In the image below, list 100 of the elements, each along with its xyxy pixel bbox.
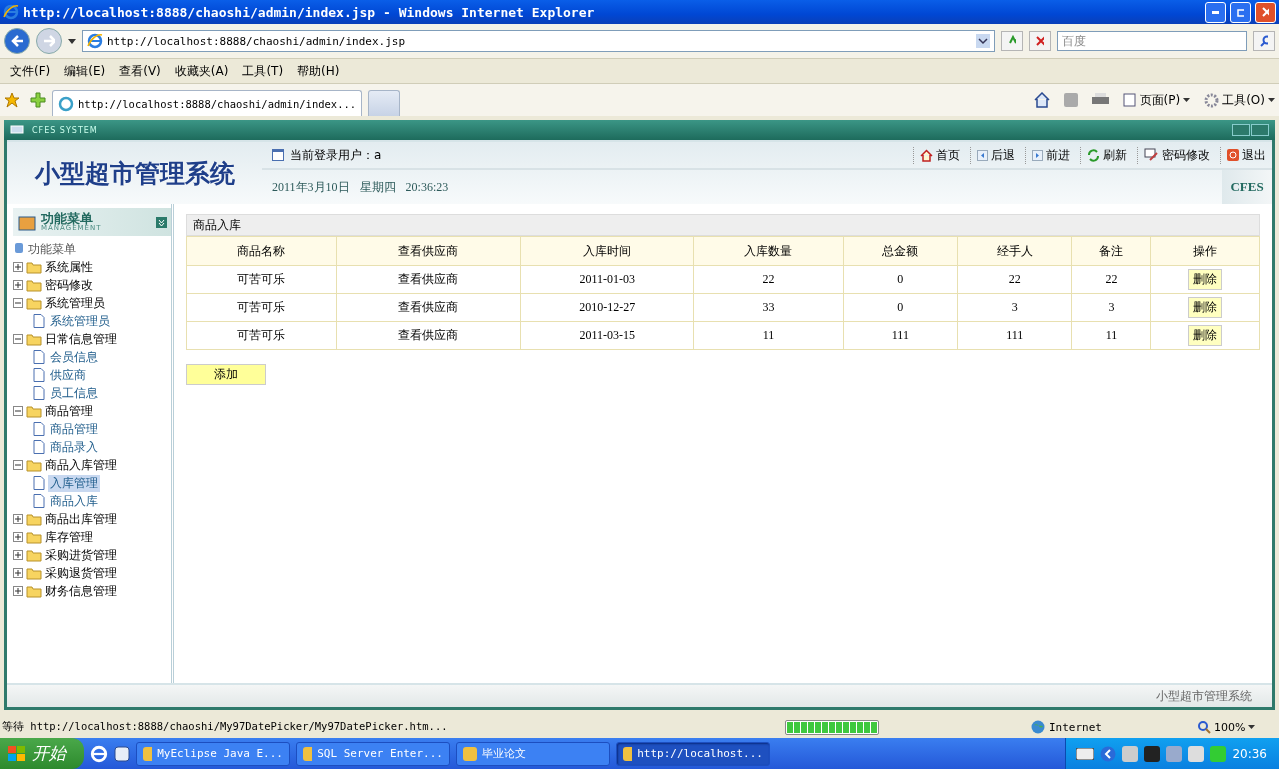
collapse-toggle[interactable]	[13, 406, 23, 416]
collapse-icon[interactable]	[156, 216, 167, 228]
tree-leaf[interactable]: 商品管理	[48, 420, 100, 438]
home-icon[interactable]	[1033, 92, 1050, 108]
tree-leaf[interactable]: 员工信息	[48, 384, 100, 402]
collapse-toggle[interactable]	[13, 334, 23, 344]
supplier-link[interactable]: 查看供应商	[336, 321, 521, 350]
expand-toggle[interactable]	[13, 280, 23, 290]
delete-button[interactable]: 删除	[1188, 269, 1223, 290]
back-button[interactable]	[4, 28, 30, 54]
tree-node[interactable]: 系统属性	[45, 258, 93, 276]
tree-node[interactable]: 采购进货管理	[45, 546, 117, 564]
tree-leaf[interactable]: 入库管理	[48, 474, 100, 492]
menu-item[interactable]: 帮助(H)	[290, 60, 347, 82]
pencil-note-icon	[1144, 148, 1159, 162]
document-icon	[33, 386, 45, 400]
tree-node[interactable]: 系统管理员	[45, 294, 105, 312]
tree-node[interactable]: 商品入库管理	[45, 456, 117, 474]
stop-button[interactable]	[1029, 31, 1051, 51]
nav-link[interactable]: 前进	[1025, 146, 1070, 164]
table-cell: 3	[957, 293, 1072, 322]
table-cell: 111	[843, 321, 958, 350]
nav-link[interactable]: 退出	[1220, 146, 1266, 164]
page-menu[interactable]: 页面(P)	[1122, 91, 1191, 109]
close-icon	[1262, 7, 1269, 17]
taskbar-button[interactable]: MyEclipse Java E...	[136, 741, 290, 766]
delete-button[interactable]: 删除	[1188, 325, 1223, 346]
collapse-toggle[interactable]	[13, 298, 23, 308]
browser-logo-icon[interactable]	[90, 744, 108, 763]
search-field[interactable]: 百度	[1057, 31, 1247, 51]
menu-item[interactable]: 查看(V)	[112, 60, 168, 82]
loading-ring-icon	[58, 95, 74, 112]
menu-item[interactable]: 文件(F)	[3, 60, 58, 82]
taskbar-button[interactable]: 毕业论文	[456, 741, 610, 766]
tree-node[interactable]: 商品管理	[45, 402, 93, 420]
panel-title: 商品入库	[186, 214, 1260, 236]
refresh-button[interactable]	[1001, 31, 1023, 51]
table-cell: 11	[1071, 321, 1151, 350]
restore-icon	[1237, 7, 1244, 17]
sidebar-title: 功能菜单	[41, 212, 93, 225]
taskbar-button[interactable]: http://localhost...	[616, 741, 770, 766]
dropdown-icon[interactable]	[976, 34, 990, 48]
table-cell: 0	[843, 293, 958, 322]
dropdown-arrow-icon[interactable]	[68, 38, 76, 44]
nav-link[interactable]: 刷新	[1080, 146, 1127, 164]
start-button[interactable]: 开始	[0, 738, 84, 769]
app-shortcut-icon[interactable]	[114, 745, 130, 762]
tools-menu[interactable]: 工具(O)	[1204, 91, 1275, 109]
nav-link[interactable]: 密码修改	[1137, 146, 1210, 164]
tree-node[interactable]: 密码修改	[45, 276, 93, 294]
menu-item[interactable]: 工具(T)	[235, 60, 291, 82]
tray-icon[interactable]	[1144, 745, 1161, 762]
supplier-link[interactable]: 查看供应商	[336, 293, 521, 322]
printer-icon[interactable]	[1091, 93, 1109, 107]
taskbar-button[interactable]: SQL Server Enter...	[296, 741, 450, 766]
tree-leaf[interactable]: 商品入库	[48, 492, 100, 510]
address-field[interactable]: http://localhost:8888/chaoshi/admin/index.jsp	[82, 30, 995, 52]
expand-toggle[interactable]	[13, 532, 23, 542]
nav-link[interactable]: 后退	[970, 146, 1015, 164]
tree-root[interactable]: 功能菜单	[28, 240, 76, 258]
tree-node[interactable]: 财务信息管理	[45, 582, 117, 600]
keyboard-icon[interactable]	[1076, 747, 1095, 760]
close-button[interactable]	[1255, 1, 1276, 23]
tree-leaf[interactable]: 商品录入	[48, 438, 100, 456]
collapse-toggle[interactable]	[13, 460, 23, 470]
delete-button[interactable]: 删除	[1188, 297, 1223, 318]
tree-node[interactable]: 库存管理	[45, 528, 93, 546]
tree-node[interactable]: 日常信息管理	[45, 330, 117, 348]
expand-toggle[interactable]	[13, 514, 23, 524]
tree-leaf[interactable]: 系统管理员	[48, 312, 112, 330]
tree-node[interactable]: 采购退货管理	[45, 564, 117, 582]
add-button[interactable]: 添加	[186, 364, 266, 385]
scroll-left-button[interactable]	[1232, 124, 1250, 136]
menu-item[interactable]: 收藏夹(A)	[167, 60, 236, 82]
tree-leaf[interactable]: 供应商	[48, 366, 88, 384]
column-header: 入库数量	[693, 236, 844, 266]
plus-icon	[15, 552, 21, 558]
browser-tab[interactable]: http://localhost:8888/chaoshi/admin/index...	[52, 90, 363, 116]
expand-toggle[interactable]	[13, 586, 23, 596]
star-icon[interactable]	[4, 92, 20, 108]
chevron-left-icon[interactable]	[1100, 745, 1117, 762]
plus-icon	[15, 282, 21, 288]
expand-toggle[interactable]	[13, 550, 23, 560]
restore-button[interactable]	[1230, 1, 1251, 23]
expand-toggle[interactable]	[13, 262, 23, 272]
expand-toggle[interactable]	[13, 568, 23, 578]
scroll-right-button[interactable]	[1251, 124, 1269, 136]
tree-node[interactable]: 商品出库管理	[45, 510, 117, 528]
security-zone[interactable]: Internet	[1031, 720, 1191, 734]
zoom-control[interactable]: 100%	[1197, 720, 1277, 734]
minimize-button[interactable]	[1205, 1, 1226, 23]
add-favorite-icon[interactable]	[30, 92, 46, 108]
tree-leaf[interactable]: 会员信息	[48, 348, 100, 366]
minimize-icon	[1212, 10, 1219, 14]
nav-link[interactable]: 首页	[913, 146, 960, 164]
supplier-link[interactable]: 查看供应商	[336, 265, 521, 294]
menu-item[interactable]: 编辑(E)	[57, 60, 113, 82]
search-button[interactable]	[1253, 31, 1275, 51]
table-cell: 2010-12-27	[520, 293, 694, 322]
tray-icon[interactable]	[1188, 745, 1205, 762]
